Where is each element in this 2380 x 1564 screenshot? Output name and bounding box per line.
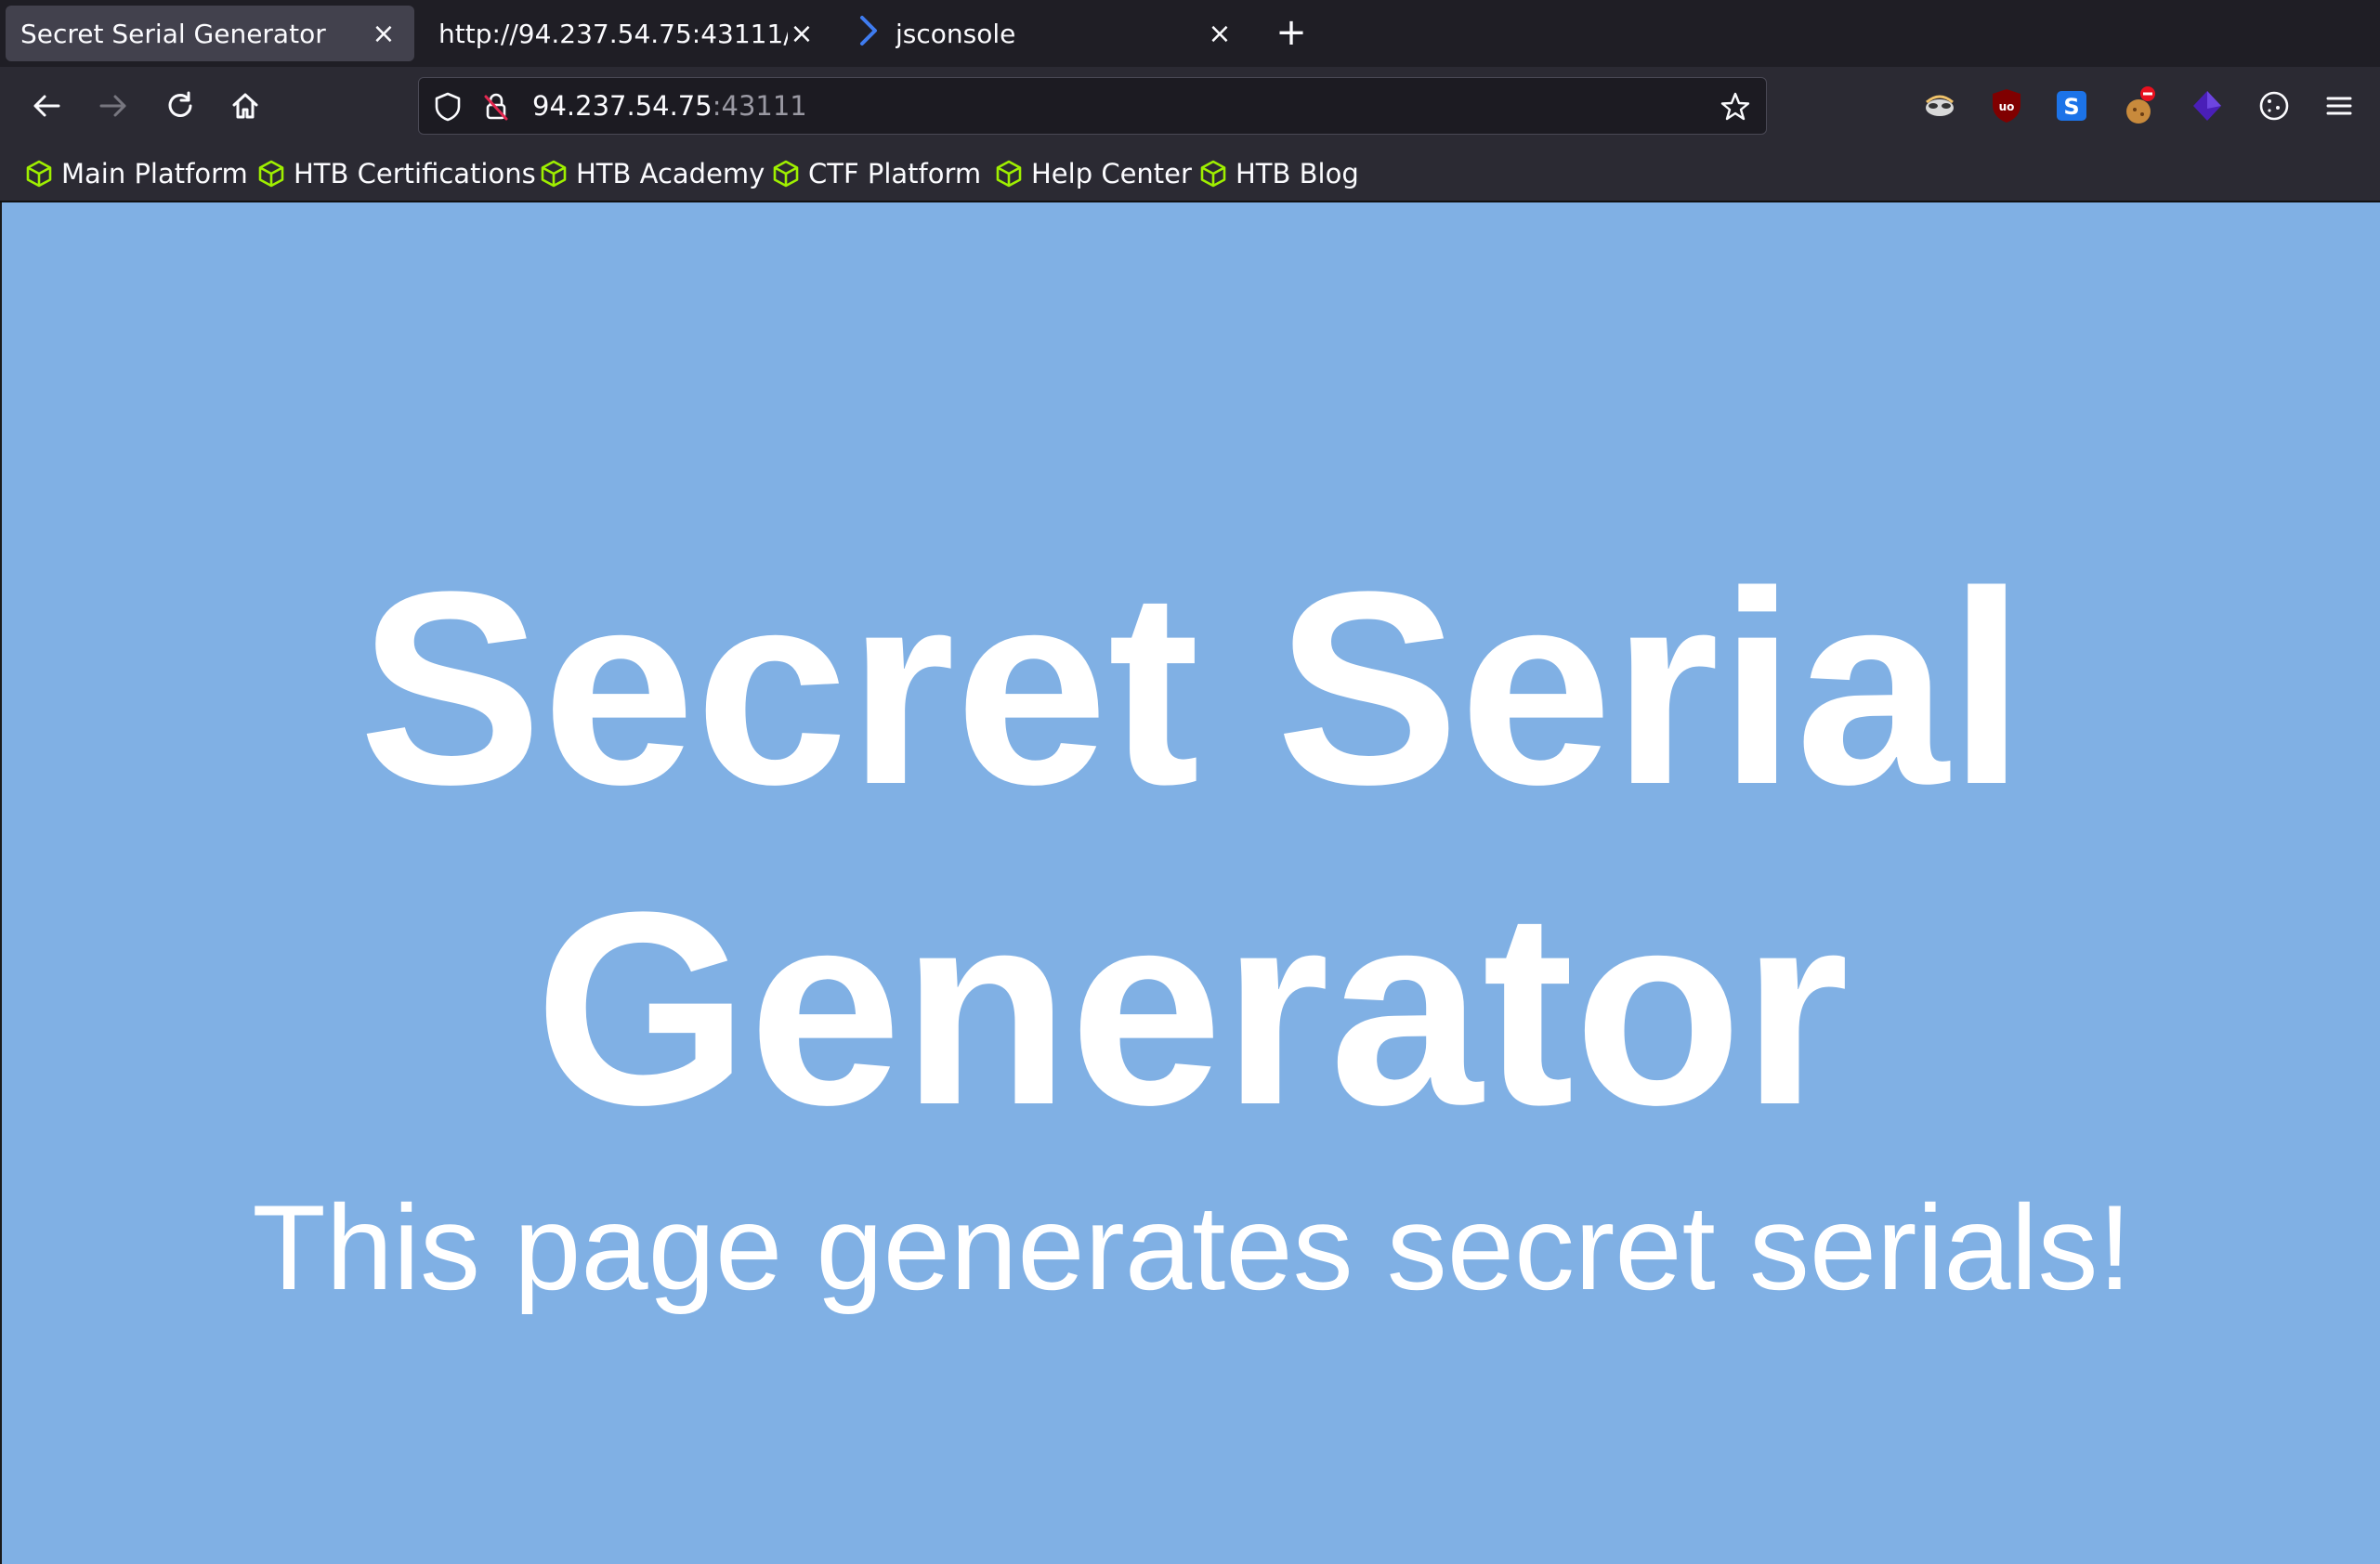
htb-cube-icon xyxy=(26,160,52,188)
hacker-mask-icon[interactable] xyxy=(1919,85,1960,126)
bookmark-label: CTF Platform xyxy=(808,158,982,189)
url-host: 94.237.54.75 xyxy=(532,90,713,122)
bookmark-help-center[interactable]: Help Center xyxy=(994,154,1192,193)
bookmark-label: HTB Academy xyxy=(576,158,765,189)
bookmark-main-platform[interactable]: Main Platform xyxy=(24,154,248,193)
shield-icon[interactable] xyxy=(432,91,464,123)
page-subtitle: This page generates secret serials! xyxy=(252,1180,2132,1315)
htb-cube-icon xyxy=(541,160,567,188)
new-tab-button[interactable]: + xyxy=(1273,9,1310,56)
bookmark-label: Main Platform xyxy=(61,158,248,189)
close-icon[interactable]: × xyxy=(788,18,816,50)
s-extension-icon[interactable]: S xyxy=(2051,85,2092,126)
navigation-bar: 94.237.54.75:43111 uo S xyxy=(0,67,2380,145)
page-content: Secret Serial Generator This page genera… xyxy=(0,202,2380,1564)
arrow-right-icon xyxy=(99,95,126,117)
home-button[interactable] xyxy=(219,80,271,132)
bookmark-label: HTB Certifications xyxy=(294,158,536,189)
hamburger-menu-icon[interactable] xyxy=(2319,85,2360,126)
tab-strip: Secret Serial Generator × http://94.237.… xyxy=(0,0,2380,67)
arrow-left-icon xyxy=(33,95,60,117)
cookie-icon[interactable] xyxy=(2254,85,2295,126)
insecure-lock-icon[interactable] xyxy=(480,91,512,123)
bookmark-htb-blog[interactable]: HTB Blog xyxy=(1198,154,1359,193)
tab-secret-serial-generator[interactable]: Secret Serial Generator × xyxy=(6,6,414,61)
chevron-right-icon xyxy=(857,15,886,53)
bookmark-htb-academy[interactable]: HTB Academy xyxy=(539,154,765,193)
close-icon[interactable]: × xyxy=(370,18,398,50)
cookie-blocker-icon[interactable] xyxy=(2120,85,2161,126)
tab-jsconsole[interactable]: jsconsole × xyxy=(842,6,1250,61)
reload-icon xyxy=(168,91,192,117)
htb-cube-icon xyxy=(258,160,284,188)
reload-button[interactable] xyxy=(154,80,206,132)
purple-cube-icon[interactable] xyxy=(2187,85,2228,126)
back-button[interactable] xyxy=(20,80,72,132)
url-bar[interactable]: 94.237.54.75:43111 xyxy=(418,77,1767,135)
ublock-icon[interactable]: uo xyxy=(1986,85,2027,126)
tab-title: Secret Serial Generator xyxy=(20,18,326,49)
tab-title: http://94.237.54.75:43111/ xyxy=(438,18,788,49)
close-icon[interactable]: × xyxy=(1206,18,1234,50)
bookmark-htb-certifications[interactable]: HTB Certifications xyxy=(256,154,536,193)
htb-cube-icon xyxy=(773,160,799,188)
bookmark-ctf-platform[interactable]: CTF Platform xyxy=(771,154,981,193)
home-icon xyxy=(232,93,258,119)
svg-text:S: S xyxy=(2063,94,2079,120)
forward-button[interactable] xyxy=(87,80,139,132)
star-icon[interactable] xyxy=(1720,91,1751,123)
htb-cube-icon xyxy=(1200,160,1226,188)
bookmarks-toolbar: Main Platform HTB Certifications HTB Aca… xyxy=(0,145,2380,202)
bookmark-label: HTB Blog xyxy=(1236,158,1359,189)
page-title: Secret Serial Generator xyxy=(359,534,2025,1162)
tab-url[interactable]: http://94.237.54.75:43111/ × xyxy=(424,6,832,61)
tab-title: jsconsole xyxy=(896,18,1016,49)
url-port: :43111 xyxy=(712,90,807,122)
htb-cube-icon xyxy=(996,160,1022,188)
svg-text:uo: uo xyxy=(1999,100,2015,113)
url-text[interactable]: 94.237.54.75:43111 xyxy=(532,78,807,134)
bookmark-label: Help Center xyxy=(1031,158,1192,189)
